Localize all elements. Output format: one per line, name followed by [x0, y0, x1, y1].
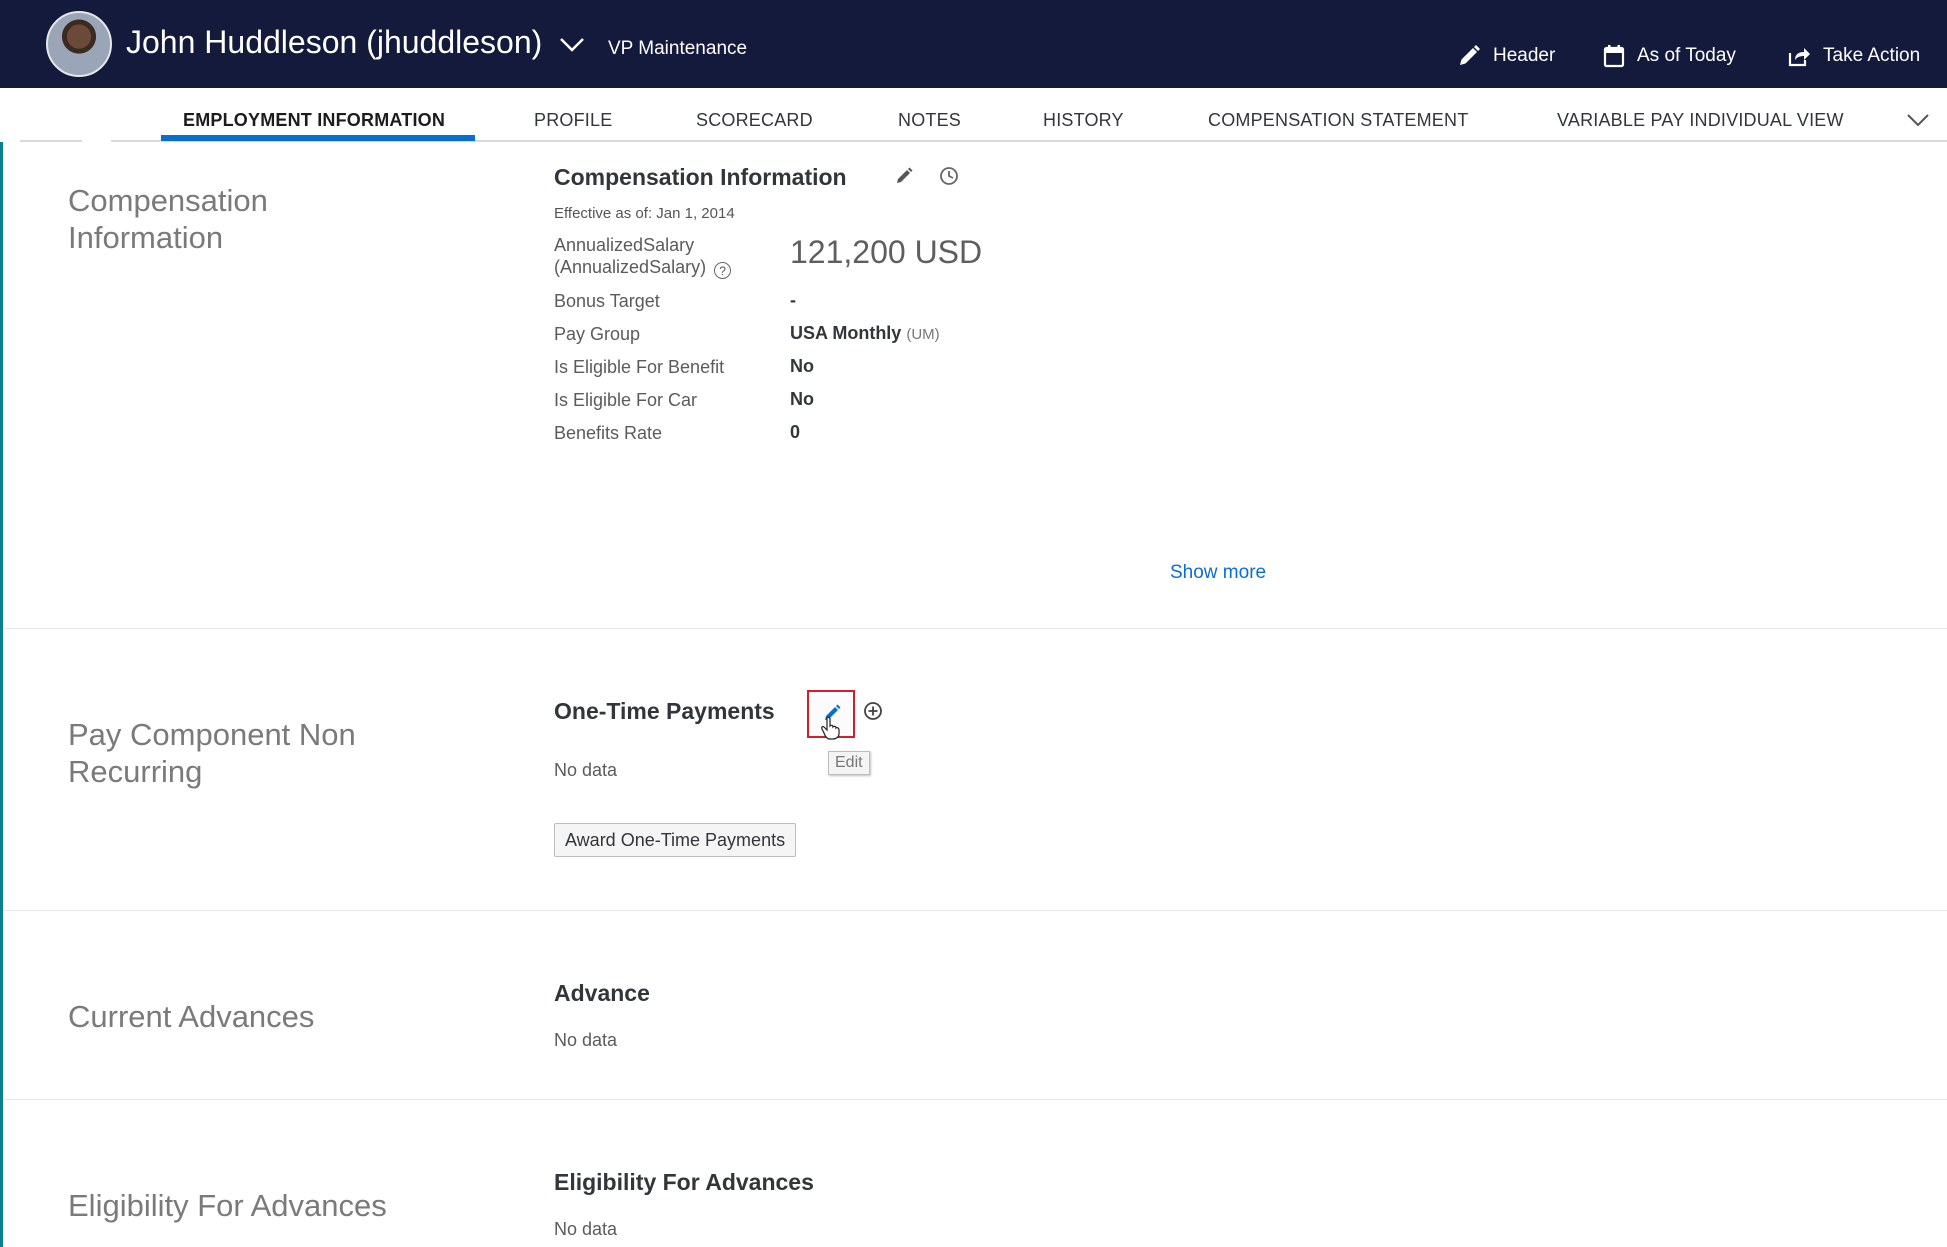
annualized-salary-label-line2: (AnnualizedSalary)	[554, 257, 707, 277]
calendar-icon	[1603, 45, 1625, 68]
card-title-one-time-payments: One-Time Payments	[554, 698, 775, 724]
annualized-salary-value: 121,200 USD	[790, 234, 983, 270]
window-edge	[0, 0, 3, 1247]
field-value-benefits-rate: 0	[790, 422, 801, 442]
pencil-icon	[1460, 45, 1480, 65]
empty-state-text: No data	[554, 1219, 618, 1239]
card-title-compensation: Compensation Information	[554, 164, 847, 190]
pay-group-code: (UM)	[906, 326, 940, 343]
tab-bar-left-line	[20, 140, 82, 142]
tab-profile[interactable]: PROFILE	[534, 110, 612, 131]
section-title-pay-component: Pay Component Non Recurring	[68, 716, 356, 790]
annualized-salary-label-line: AnnualizedSalary	[554, 235, 695, 255]
show-more-link[interactable]: Show more	[1170, 562, 1266, 584]
employee-header: John Huddleson (jhuddleson) VP Maintenan…	[0, 0, 1947, 88]
tab-notes[interactable]: NOTES	[898, 110, 961, 131]
add-circle-icon[interactable]	[862, 700, 884, 722]
empty-state-text: No data	[554, 760, 618, 780]
section-title-line: Pay Component Non	[68, 717, 356, 752]
pencil-icon[interactable]	[893, 165, 915, 187]
section-title-eligibility: Eligibility For Advances	[68, 1188, 387, 1223]
employee-name[interactable]: John Huddleson (jhuddleson)	[126, 24, 542, 61]
field-label-benefits-rate: Benefits Rate	[554, 423, 663, 443]
section-title-line: Information	[68, 220, 224, 255]
effective-date: Effective as of: Jan 1, 2014	[554, 205, 735, 222]
card-title-advance: Advance	[554, 980, 650, 1006]
employee-title: VP Maintenance	[608, 38, 748, 59]
card-title-eligibility: Eligibility For Advances	[554, 1169, 814, 1195]
field-label-eligible-car: Is Eligible For Car	[554, 390, 698, 410]
field-label-bonus-target: Bonus Target	[554, 291, 660, 311]
employee-avatar[interactable]	[46, 11, 112, 77]
field-value-eligible-car: No	[790, 389, 814, 409]
edit-tooltip: Edit	[828, 751, 870, 775]
section-divider	[3, 1099, 1947, 1100]
field-value-eligible-benefit: No	[790, 356, 814, 376]
tab-employment-information[interactable]: EMPLOYMENT INFORMATION	[183, 110, 445, 131]
pay-group-name: USA Monthly	[790, 323, 902, 343]
section-title-compensation: Compensation Information	[68, 182, 268, 256]
chevron-down-icon[interactable]	[1906, 113, 1930, 127]
active-tab-indicator	[161, 135, 475, 141]
as-of-today-button[interactable]: As of Today	[1603, 44, 1736, 68]
header-button[interactable]: Header	[1457, 44, 1555, 68]
empty-state-text: No data	[554, 1030, 618, 1050]
section-title-line: Recurring	[68, 754, 203, 789]
section-title-current-advances: Current Advances	[68, 999, 315, 1034]
annualized-salary-label-line: (AnnualizedSalary)?	[554, 256, 732, 279]
field-label-eligible-benefit: Is Eligible For Benefit	[554, 357, 725, 377]
section-title-line: Compensation	[68, 183, 268, 218]
edit-button-highlighted[interactable]	[807, 690, 855, 740]
header-button-label: Header	[1493, 45, 1556, 66]
field-label-pay-group: Pay Group	[554, 324, 641, 344]
annualized-salary-label: AnnualizedSalary (AnnualizedSalary)?	[554, 234, 732, 279]
tab-bar: EMPLOYMENT INFORMATION PROFILE SCORECARD…	[0, 88, 1947, 142]
tab-scorecard[interactable]: SCORECARD	[696, 110, 813, 131]
tab-compensation-statement[interactable]: COMPENSATION STATEMENT	[1208, 110, 1468, 131]
award-one-time-payments-button[interactable]: Award One-Time Payments	[554, 823, 797, 857]
hand-cursor-icon	[821, 716, 840, 740]
take-action-button[interactable]: Take Action	[1787, 44, 1920, 68]
tab-variable-pay-individual-view[interactable]: VARIABLE PAY INDIVIDUAL VIEW	[1557, 110, 1844, 131]
help-icon[interactable]: ?	[714, 262, 732, 279]
section-divider	[3, 910, 1947, 911]
section-divider	[3, 628, 1947, 629]
tab-history[interactable]: HISTORY	[1043, 110, 1124, 131]
chevron-down-icon[interactable]	[558, 36, 586, 54]
take-action-label: Take Action	[1823, 45, 1921, 66]
field-value-pay-group: USA Monthly (UM)	[790, 323, 940, 344]
history-clock-icon[interactable]	[938, 165, 960, 187]
field-value-bonus-target: -	[790, 290, 796, 310]
as-of-today-label: As of Today	[1637, 45, 1736, 66]
share-icon	[1788, 48, 1810, 67]
